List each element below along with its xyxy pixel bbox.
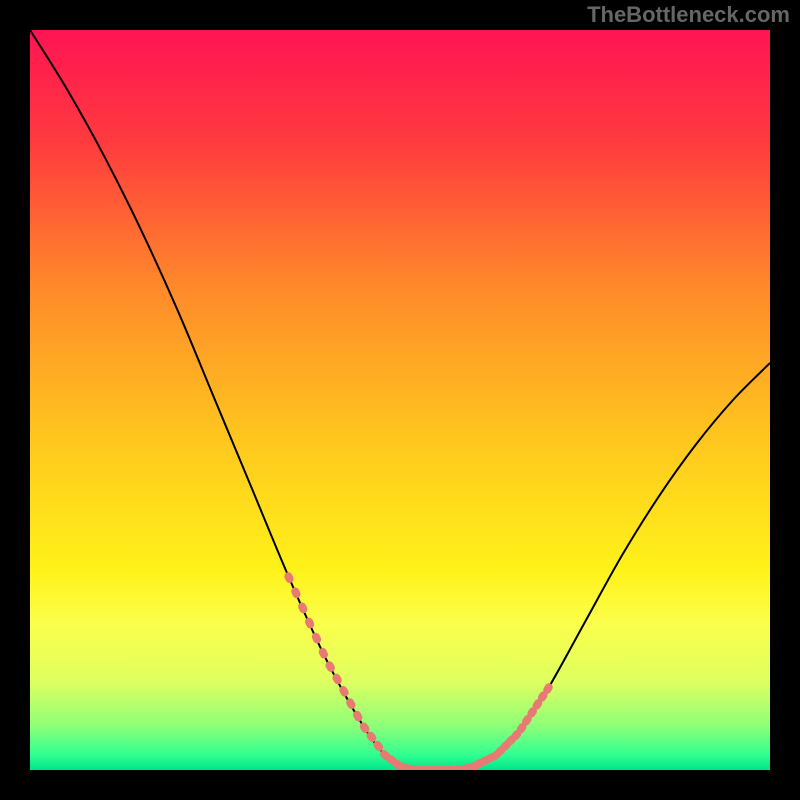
chart-svg (30, 30, 770, 770)
watermark-text: TheBottleneck.com (587, 2, 790, 28)
plot-area (30, 30, 770, 770)
gradient-background (30, 30, 770, 770)
chart-container: TheBottleneck.com (0, 0, 800, 800)
